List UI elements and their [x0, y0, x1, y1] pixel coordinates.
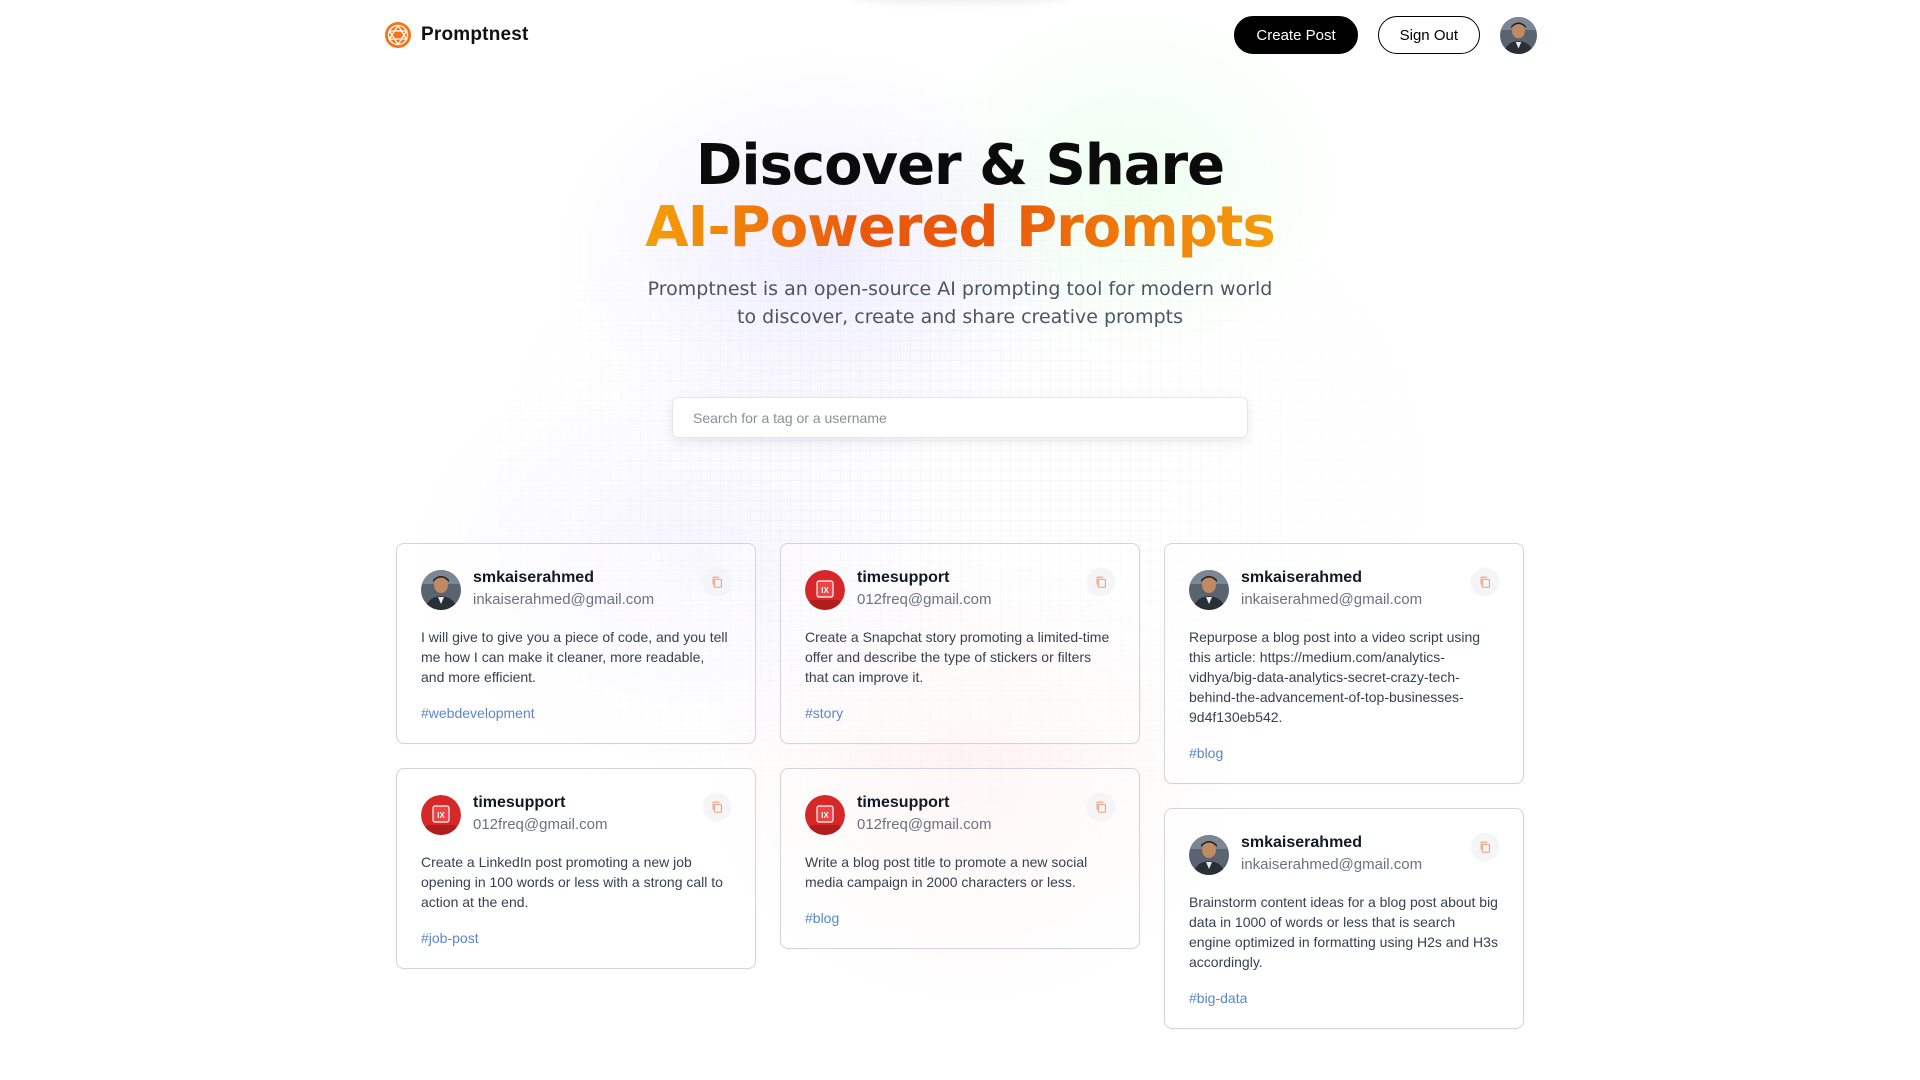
feed-column-3: smkaiserahmed inkaiserahmed@gmail.com Re…: [1164, 543, 1524, 1053]
card-tag[interactable]: #webdevelopment: [421, 703, 731, 723]
copy-button[interactable]: [703, 568, 731, 596]
card-tag[interactable]: #blog: [1189, 743, 1499, 763]
card-user-info: timesupport 012freq@gmail.com: [473, 793, 607, 836]
prompt-card: timesupport 012freq@gmail.com Create a S…: [780, 543, 1140, 744]
ix-logo-avatar[interactable]: [805, 570, 845, 610]
create-post-button[interactable]: Create Post: [1234, 16, 1358, 54]
ix-logo-avatar[interactable]: [805, 795, 845, 835]
copy-icon: [1094, 575, 1108, 589]
brand-name: Promptnest: [421, 24, 529, 45]
card-header: smkaiserahmed inkaiserahmed@gmail.com: [1189, 833, 1499, 876]
copy-icon: [1094, 800, 1108, 814]
card-username[interactable]: smkaiserahmed: [1241, 833, 1422, 853]
copy-button[interactable]: [1471, 568, 1499, 596]
card-username[interactable]: timesupport: [857, 568, 991, 588]
card-email: inkaiserahmed@gmail.com: [1241, 856, 1423, 873]
copy-icon: [1478, 575, 1492, 589]
hero-description: Promptnest is an open-source AI promptin…: [647, 278, 1273, 328]
card-username[interactable]: smkaiserahmed: [473, 568, 654, 588]
card-header: smkaiserahmed inkaiserahmed@gmail.com: [1189, 568, 1499, 611]
person-avatar[interactable]: [1189, 835, 1229, 875]
copy-icon: [1478, 840, 1492, 854]
card-header: timesupport 012freq@gmail.com: [805, 568, 1115, 611]
person-avatar[interactable]: [421, 570, 461, 610]
hero-title-line1: Discover & Share: [695, 133, 1225, 198]
card-user-info: timesupport 012freq@gmail.com: [857, 568, 991, 611]
copy-button[interactable]: [1471, 833, 1499, 861]
card-email: 012freq@gmail.com: [473, 816, 608, 833]
search-input[interactable]: [672, 397, 1248, 438]
nav-actions: Create Post Sign Out: [1234, 16, 1537, 54]
feed-column-1: smkaiserahmed inkaiserahmed@gmail.com I …: [396, 543, 756, 993]
sign-out-button[interactable]: Sign Out: [1377, 16, 1480, 54]
card-prompt-text: Create a LinkedIn post promoting a new j…: [421, 854, 723, 910]
feed-column-2: timesupport 012freq@gmail.com Create a S…: [780, 543, 1140, 973]
card-username[interactable]: timesupport: [473, 793, 607, 813]
card-header: timesupport 012freq@gmail.com: [805, 793, 1115, 836]
hero-title-accent: AI-Powered Prompts: [645, 195, 1275, 260]
hero-title: Discover & Share AI-Powered Prompts: [0, 135, 1920, 259]
copy-button[interactable]: [1087, 793, 1115, 821]
copy-icon: [710, 800, 724, 814]
card-tag[interactable]: #big-data: [1189, 988, 1499, 1008]
prompt-card: smkaiserahmed inkaiserahmed@gmail.com Re…: [1164, 543, 1524, 784]
prompt-card: smkaiserahmed inkaiserahmed@gmail.com I …: [396, 543, 756, 744]
card-prompt-text: Write a blog post title to promote a new…: [805, 854, 1088, 890]
card-email: inkaiserahmed@gmail.com: [473, 591, 655, 608]
card-user-info: smkaiserahmed inkaiserahmed@gmail.com: [1241, 833, 1422, 876]
prompt-card: timesupport 012freq@gmail.com Write a bl…: [780, 768, 1140, 949]
copy-button[interactable]: [1087, 568, 1115, 596]
card-tag[interactable]: #story: [805, 703, 1115, 723]
card-header: timesupport 012freq@gmail.com: [421, 793, 731, 836]
top-navbar: Promptnest Create Post Sign Out: [383, 16, 1537, 54]
copy-icon: [710, 575, 724, 589]
prompt-card: smkaiserahmed inkaiserahmed@gmail.com Br…: [1164, 808, 1524, 1029]
card-header: smkaiserahmed inkaiserahmed@gmail.com: [421, 568, 731, 611]
card-tag[interactable]: #job-post: [421, 928, 731, 948]
card-prompt-text: Create a Snapchat story promoting a limi…: [805, 629, 1110, 685]
card-username[interactable]: timesupport: [857, 793, 991, 813]
brand-link[interactable]: Promptnest: [383, 20, 529, 50]
card-prompt-text: Brainstorm content ideas for a blog post…: [1189, 894, 1498, 970]
promptnest-logo-icon: [385, 22, 411, 48]
card-user-info: smkaiserahmed inkaiserahmed@gmail.com: [1241, 568, 1422, 611]
card-user-info: timesupport 012freq@gmail.com: [857, 793, 991, 836]
copy-button[interactable]: [703, 793, 731, 821]
card-prompt-text: I will give to give you a piece of code,…: [421, 629, 728, 685]
ix-logo-avatar[interactable]: [421, 795, 461, 835]
hero-section: Discover & Share AI-Powered Prompts Prom…: [0, 135, 1920, 331]
card-prompt-text: Repurpose a blog post into a video scrip…: [1189, 629, 1481, 725]
card-email: inkaiserahmed@gmail.com: [1241, 591, 1423, 608]
card-email: 012freq@gmail.com: [857, 591, 992, 608]
card-user-info: smkaiserahmed inkaiserahmed@gmail.com: [473, 568, 654, 611]
profile-avatar[interactable]: [1500, 17, 1537, 54]
person-avatar[interactable]: [1189, 570, 1229, 610]
card-email: 012freq@gmail.com: [857, 816, 992, 833]
card-username[interactable]: smkaiserahmed: [1241, 568, 1422, 588]
prompt-card: timesupport 012freq@gmail.com Create a L…: [396, 768, 756, 969]
card-tag[interactable]: #blog: [805, 908, 1115, 928]
